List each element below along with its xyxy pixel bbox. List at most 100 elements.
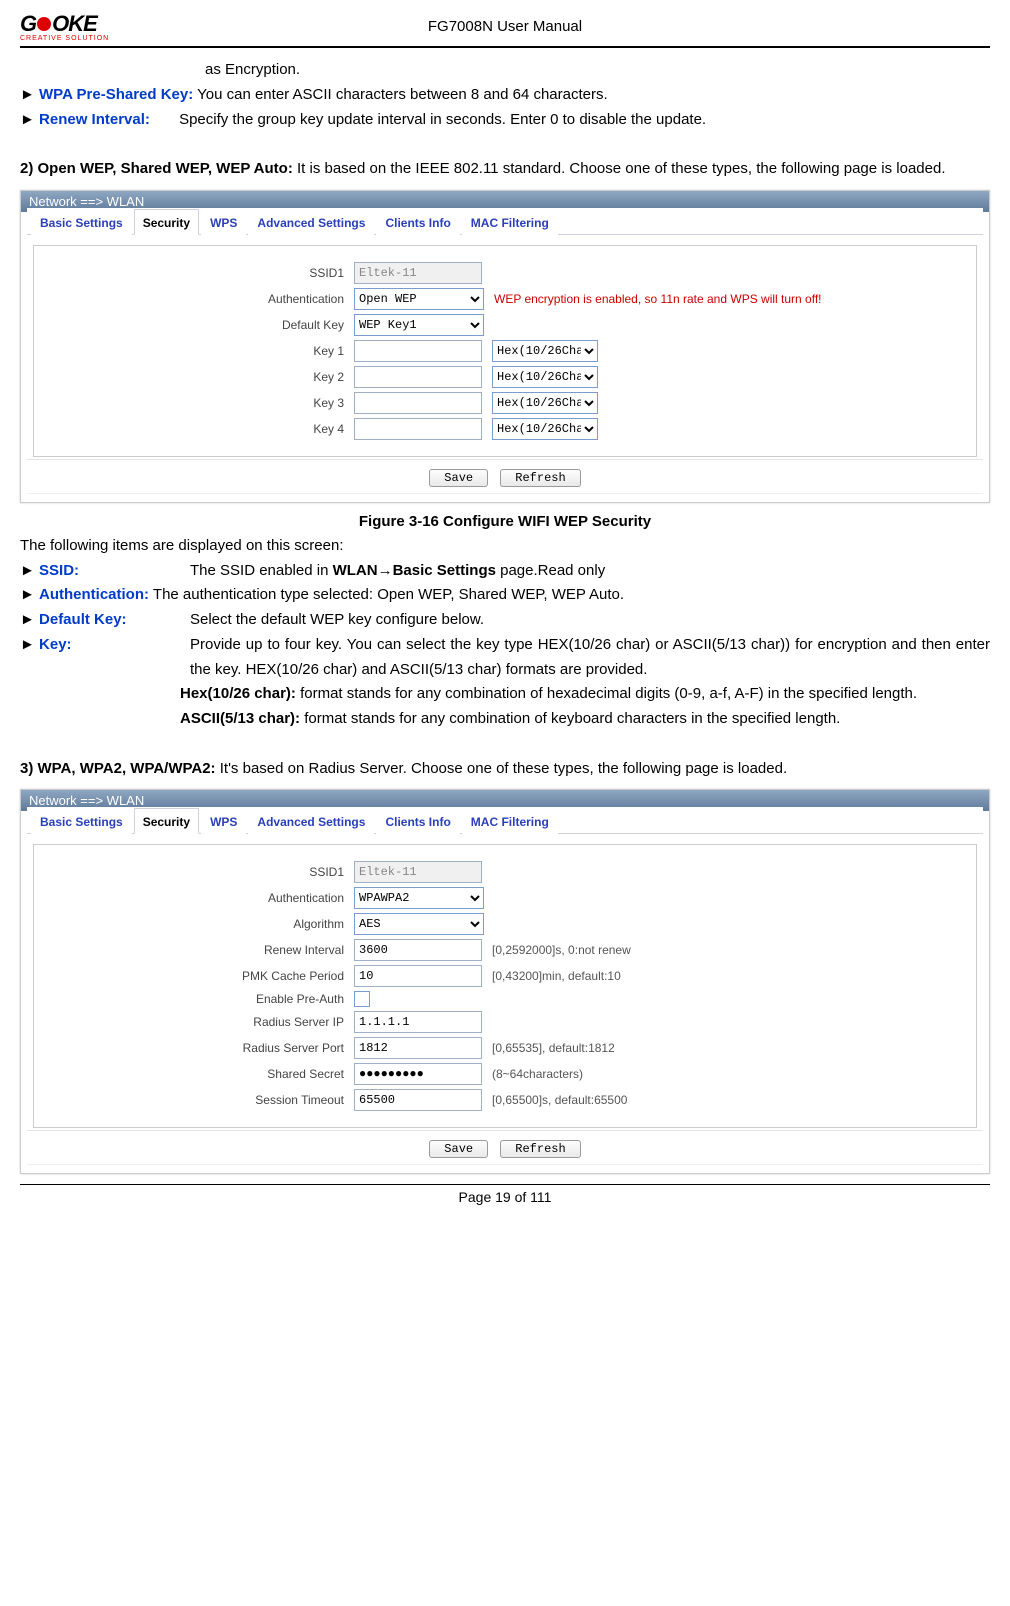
tab-advanced-settings[interactable]: Advanced Settings (248, 808, 374, 834)
tab-mac-filtering[interactable]: MAC Filtering (462, 808, 558, 834)
logo-subtitle: CREATIVE SOLUTION (20, 35, 109, 42)
page-header: GOKE CREATIVE SOLUTION FG7008N User Manu… (20, 8, 990, 44)
session-timeout-label: Session Timeout (34, 1093, 354, 1107)
algorithm-select[interactable]: AES (354, 913, 484, 935)
desc-ascii: ASCII(5/13 char): format stands for any … (20, 707, 990, 732)
key1-label: Key 1 (34, 344, 354, 358)
radius-ip-label: Radius Server IP (34, 1015, 354, 1029)
pmk-cache-label: PMK Cache Period (34, 969, 354, 983)
header-rule (20, 46, 990, 48)
session-timeout-input[interactable] (354, 1089, 482, 1111)
figure1-tabs: Basic Settings Security WPS Advanced Set… (27, 208, 983, 235)
key4-input[interactable] (354, 418, 482, 440)
key3-label: Key 3 (34, 396, 354, 410)
desc-ssid: ► SSID: The SSID enabled in WLAN→Basic S… (20, 559, 990, 584)
key4-format-select[interactable]: Hex(10/26Char) (492, 418, 598, 440)
key1-input[interactable] (354, 340, 482, 362)
desc-hex: Hex(10/26 char): format stands for any c… (20, 682, 990, 707)
wpa-psk-text: You can enter ASCII characters between 8… (193, 86, 607, 103)
section-3-text: It's based on Radius Server. Choose one … (216, 760, 788, 777)
tab-mac-filtering[interactable]: MAC Filtering (462, 209, 558, 235)
desc-key-text: Provide up to four key. You can select t… (190, 633, 990, 683)
tab-security[interactable]: Security (134, 209, 199, 235)
section-3-bold: 3) WPA, WPA2, WPA/WPA2: (20, 760, 216, 777)
key2-format-select[interactable]: Hex(10/26Char) (492, 366, 598, 388)
doc-title: FG7008N User Manual (20, 18, 990, 35)
auth-label: Authentication (34, 292, 354, 306)
desc-defkey-label: Default Key: (39, 611, 127, 628)
tab-security[interactable]: Security (134, 808, 199, 834)
auth-label: Authentication (34, 891, 354, 905)
renew-interval-input[interactable] (354, 939, 482, 961)
desc-key-label: Key: (39, 636, 72, 653)
ssid1-label: SSID1 (34, 266, 354, 280)
section-2-text: It is based on the IEEE 802.11 standard.… (293, 160, 946, 177)
figure1-caption: Figure 3-16 Configure WIFI WEP Security (20, 513, 990, 530)
desc-lead: The following items are displayed on thi… (20, 534, 990, 559)
desc-ascii-text: format stands for any combination of key… (300, 710, 840, 727)
wep-description: The following items are displayed on thi… (20, 534, 990, 782)
section-2-bold: 2) Open WEP, Shared WEP, WEP Auto: (20, 160, 293, 177)
auth-select[interactable]: Open WEP (354, 288, 484, 310)
desc-ssid-label: SSID: (39, 562, 79, 579)
save-button[interactable]: Save (429, 469, 488, 487)
tab-clients-info[interactable]: Clients Info (376, 808, 459, 834)
save-button[interactable]: Save (429, 1140, 488, 1158)
shared-secret-label: Shared Secret (34, 1067, 354, 1081)
footer-rule (20, 1184, 990, 1185)
tab-basic-settings[interactable]: Basic Settings (31, 209, 132, 235)
radius-port-input[interactable] (354, 1037, 482, 1059)
default-key-select[interactable]: WEP Key1 (354, 314, 484, 336)
page-number: Page 19 of 111 (20, 1189, 990, 1205)
desc-hex-text: format stands for any combination of hex… (296, 685, 917, 702)
ssid1-label: SSID1 (34, 865, 354, 879)
algorithm-label: Algorithm (34, 917, 354, 931)
renew-label: Renew Interval: (39, 111, 150, 128)
key4-label: Key 4 (34, 422, 354, 436)
renew-text: Specify the group key update interval in… (179, 108, 990, 133)
tab-wps[interactable]: WPS (201, 808, 246, 834)
secret-hint: (8~64characters) (492, 1067, 583, 1081)
pmk-cache-input[interactable] (354, 965, 482, 987)
desc-hex-label: Hex(10/26 char): (180, 685, 296, 702)
figure-wpa-radius: Network ==> WLAN Basic Settings Security… (20, 789, 990, 1174)
section-2-heading: 2) Open WEP, Shared WEP, WEP Auto: It is… (20, 157, 990, 182)
key2-label: Key 2 (34, 370, 354, 384)
ssid1-input (354, 861, 482, 883)
encryption-tail: as Encryption. (20, 58, 990, 83)
refresh-button[interactable]: Refresh (500, 1140, 580, 1158)
preauth-label: Enable Pre-Auth (34, 992, 354, 1006)
key1-format-select[interactable]: Hex(10/26Char) (492, 340, 598, 362)
shared-secret-input[interactable] (354, 1063, 482, 1085)
refresh-button[interactable]: Refresh (500, 469, 580, 487)
radius-port-label: Radius Server Port (34, 1041, 354, 1055)
wpa-psk-line: ► WPA Pre-Shared Key: You can enter ASCI… (20, 83, 990, 108)
key2-input[interactable] (354, 366, 482, 388)
radius-ip-input[interactable] (354, 1011, 482, 1033)
key3-format-select[interactable]: Hex(10/26Char) (492, 392, 598, 414)
radius-port-hint: [0,65535], default:1812 (492, 1041, 615, 1055)
desc-auth-label: Authentication: (39, 586, 149, 603)
desc-defkey-text: Select the default WEP key configure bel… (190, 608, 990, 633)
body-text: as Encryption. ► WPA Pre-Shared Key: You… (20, 58, 990, 182)
default-key-label: Default Key (34, 318, 354, 332)
key3-input[interactable] (354, 392, 482, 414)
timeout-hint: [0,65500]s, default:65500 (492, 1093, 627, 1107)
auth-warning: WEP encryption is enabled, so 11n rate a… (494, 292, 822, 306)
desc-ascii-label: ASCII(5/13 char): (180, 710, 300, 727)
tab-advanced-settings[interactable]: Advanced Settings (248, 209, 374, 235)
figure-wep-security: Network ==> WLAN Basic Settings Security… (20, 190, 990, 503)
figure2-tabs: Basic Settings Security WPS Advanced Set… (27, 807, 983, 834)
wpa-psk-label: WPA Pre-Shared Key: (39, 86, 193, 103)
renew-line: ► Renew Interval: Specify the group key … (20, 108, 990, 133)
renew-hint: [0,2592000]s, 0:not renew (492, 943, 631, 957)
desc-key: ► Key: Provide up to four key. You can s… (20, 633, 990, 683)
tab-wps[interactable]: WPS (201, 209, 246, 235)
desc-defkey: ► Default Key: Select the default WEP ke… (20, 608, 990, 633)
desc-auth: ► Authentication: The authentication typ… (20, 583, 990, 608)
tab-clients-info[interactable]: Clients Info (376, 209, 459, 235)
preauth-checkbox[interactable] (354, 991, 370, 1007)
auth-select[interactable]: WPAWPA2 (354, 887, 484, 909)
pmk-hint: [0,43200]min, default:10 (492, 969, 621, 983)
tab-basic-settings[interactable]: Basic Settings (31, 808, 132, 834)
